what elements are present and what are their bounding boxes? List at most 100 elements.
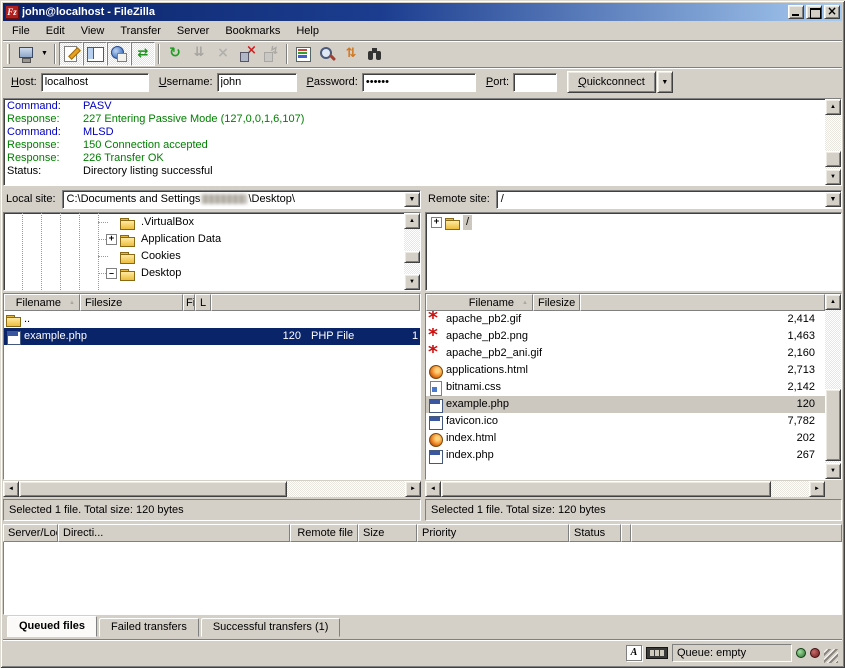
menu-item[interactable]: Server (169, 23, 217, 39)
scroll-up-button[interactable]: ▲ (825, 99, 841, 115)
site-manager-button[interactable] (14, 42, 38, 66)
message-log-panel: Command: PASV Response: 227 Entering Pas… (3, 98, 842, 186)
toggle-message-log-button[interactable] (59, 42, 83, 66)
disconnect-button[interactable] (235, 42, 259, 66)
file-row[interactable]: favicon.ico 7,782 (426, 413, 825, 430)
column-header[interactable]: Filesize (80, 294, 183, 311)
file-row[interactable]: applications.html 2,713 (426, 362, 825, 379)
scroll-thumb[interactable] (441, 481, 771, 497)
file-row[interactable]: index.php 267 (426, 447, 825, 464)
file-row[interactable]: example.php 120 PHP File 1 (4, 328, 420, 345)
tree-item[interactable]: Application Data (4, 231, 404, 248)
menu-item[interactable]: Transfer (112, 23, 169, 39)
scroll-right-button[interactable]: ► (405, 481, 421, 497)
host-input[interactable] (41, 73, 149, 92)
resize-grip[interactable] (824, 649, 838, 663)
column-header[interactable]: Status (569, 524, 621, 542)
tree-item[interactable]: / (426, 214, 841, 231)
local-list-hscrollbar[interactable]: ◄ ► (3, 481, 421, 497)
column-header[interactable]: Priority (417, 524, 569, 542)
column-header[interactable]: Directi... (58, 524, 290, 542)
menu-item[interactable]: Help (288, 23, 327, 39)
sync-browse-button[interactable] (339, 42, 363, 66)
queue-tab[interactable]: Queued files (7, 616, 97, 637)
close-button[interactable] (824, 5, 840, 19)
cancel-button[interactable] (211, 42, 235, 66)
minimize-button[interactable] (788, 5, 804, 19)
log-line: Command: PASV (7, 100, 822, 113)
scroll-left-button[interactable]: ◄ (425, 481, 441, 497)
file-row[interactable]: apache_pb2_ani.gif 2,160 (426, 345, 825, 362)
column-header[interactable]: Filetype (183, 294, 195, 311)
file-type-icon (428, 449, 443, 463)
filter-button[interactable] (291, 42, 315, 66)
local-tree-icon (86, 45, 104, 63)
column-header[interactable] (621, 524, 631, 542)
menu-item[interactable]: Bookmarks (217, 23, 288, 39)
remote-list-hscrollbar[interactable]: ◄ ► (425, 481, 825, 497)
scroll-thumb[interactable] (825, 389, 841, 461)
remote-path-combobox[interactable]: / ▼ (496, 190, 842, 209)
local-path-combobox[interactable]: C:\Documents and Settings\Desktop\ ▼ (62, 190, 421, 209)
toggle-local-tree-button[interactable] (83, 42, 107, 66)
log-scrollbar[interactable]: ▲ ▼ (825, 99, 841, 185)
tree-item[interactable]: Cookies (4, 248, 404, 265)
quickconnect-button[interactable]: Quickconnect (567, 71, 656, 93)
column-header[interactable]: Remote file (290, 524, 358, 542)
toolbar-separator[interactable] (286, 44, 288, 64)
toolbar-separator[interactable] (158, 44, 160, 64)
refresh-button[interactable] (163, 42, 187, 66)
quickconnect-dropdown[interactable]: ▼ (657, 71, 673, 93)
column-header[interactable]: Filesize (533, 294, 580, 311)
file-row[interactable]: apache_pb2.png 1,463 (426, 328, 825, 345)
column-header[interactable]: Size (358, 524, 417, 542)
toggle-remote-tree-button[interactable] (107, 42, 131, 66)
local-tree-scrollbar[interactable]: ▲ ▼ (404, 213, 420, 290)
file-row[interactable]: index.html 202 (426, 430, 825, 447)
toggle-queue-button[interactable] (131, 42, 155, 66)
menu-item[interactable]: View (73, 23, 113, 39)
reconnect-button[interactable] (259, 42, 283, 66)
password-label: Password: (307, 76, 358, 88)
combo-dropdown-icon[interactable]: ▼ (825, 192, 841, 207)
scroll-up-button[interactable]: ▲ (404, 213, 420, 229)
file-row[interactable]: .. (4, 311, 420, 328)
menu-item[interactable]: Edit (38, 23, 73, 39)
find-button[interactable] (363, 42, 387, 66)
expander-icon[interactable] (106, 268, 117, 279)
column-header[interactable]: Filename (4, 294, 80, 311)
compare-button[interactable] (315, 42, 339, 66)
file-row[interactable]: bitnami.css 2,142 (426, 379, 825, 396)
queue-tab[interactable]: Failed transfers (99, 618, 199, 637)
username-input[interactable] (217, 73, 297, 92)
scroll-left-button[interactable]: ◄ (3, 481, 19, 497)
expander-icon[interactable] (106, 234, 117, 245)
tree-item[interactable]: Desktop (4, 265, 404, 282)
scroll-up-button[interactable]: ▲ (825, 294, 841, 310)
password-input[interactable] (362, 73, 476, 92)
scroll-thumb[interactable] (19, 481, 287, 497)
toolbar-separator[interactable] (54, 44, 56, 64)
site-manager-dropdown[interactable] (38, 42, 51, 66)
expander-icon[interactable] (431, 217, 442, 228)
port-input[interactable] (513, 73, 557, 92)
column-header[interactable]: Server/Local file (3, 524, 58, 542)
process-queue-button[interactable] (187, 42, 211, 66)
scroll-thumb[interactable] (404, 251, 420, 263)
column-header[interactable]: L (195, 294, 211, 311)
scroll-right-button[interactable]: ► (809, 481, 825, 497)
scroll-down-button[interactable]: ▼ (404, 274, 420, 290)
queue-tab[interactable]: Successful transfers (1) (201, 618, 341, 637)
column-header[interactable]: Filename (426, 294, 533, 311)
scroll-thumb[interactable] (825, 151, 841, 167)
file-row[interactable]: example.php 120 (426, 396, 825, 413)
file-row[interactable]: apache_pb2.gif 2,414 (426, 311, 825, 328)
combo-dropdown-icon[interactable]: ▼ (404, 192, 420, 207)
menu-item[interactable]: File (4, 23, 38, 39)
scroll-down-button[interactable]: ▼ (825, 169, 841, 185)
remote-list-scrollbar[interactable]: ▲ ▼ (825, 294, 841, 479)
maximize-button[interactable] (806, 5, 822, 19)
scroll-down-button[interactable]: ▼ (825, 463, 841, 479)
tree-item[interactable]: .VirtualBox (4, 214, 404, 231)
remote-site-label: Remote site: (425, 193, 496, 205)
